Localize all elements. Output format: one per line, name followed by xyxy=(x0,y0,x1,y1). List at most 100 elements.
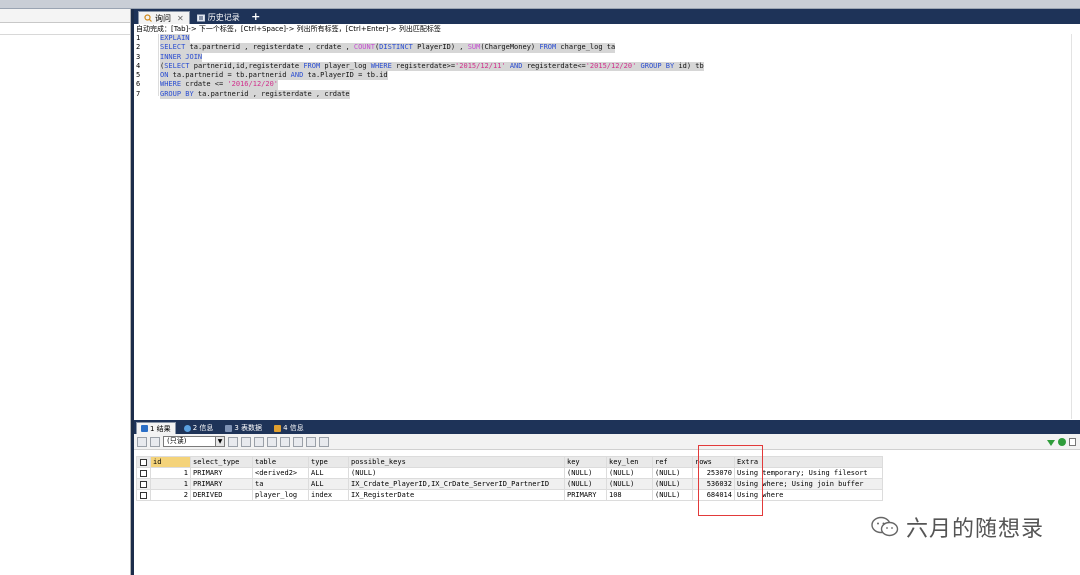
sql-token: registerdate<= xyxy=(522,61,586,70)
chart-icon xyxy=(274,424,282,432)
code-text: EXPLAIN xyxy=(160,34,190,44)
paste-icon[interactable] xyxy=(241,436,251,447)
code-line[interactable]: 6 WHERE crdate <= '2016/12/20' xyxy=(134,80,1080,90)
result-tab-bar: 1 结果 2 信息 3 表数据 4 信息 xyxy=(134,420,1080,434)
tab-history-label: 历史记录 xyxy=(207,13,240,22)
table-cell[interactable]: (NULL) xyxy=(652,489,693,501)
sql-keyword: SELECT xyxy=(164,61,190,70)
sql-string: '2015/12/20' xyxy=(585,61,637,70)
column-header-key[interactable]: key xyxy=(564,456,607,468)
grid-mode-icon[interactable] xyxy=(293,436,303,447)
title-strip xyxy=(0,0,1080,9)
code-text: GROUP BY ta.partnerid , registerdate , c… xyxy=(160,89,350,100)
table-row[interactable]: 1 PRIMARY <derived2> ALL (NULL) (NULL) (NULL)(… xyxy=(136,467,883,479)
table-cell[interactable]: (NULL) xyxy=(606,467,653,479)
column-header-table[interactable]: table xyxy=(252,456,309,468)
copy-icon[interactable] xyxy=(228,436,238,447)
column-header-select-type[interactable]: select_type xyxy=(190,456,253,468)
form-mode-icon[interactable] xyxy=(306,436,316,447)
code-line[interactable]: 5 ON ta.partnerid = tb.partnerid AND ta.P… xyxy=(134,71,1080,81)
code-text: WHERE crdate <= '2016/12/20' xyxy=(160,80,279,90)
table-cell[interactable]: 108 xyxy=(606,489,653,501)
object-browser-row[interactable] xyxy=(0,23,130,35)
column-header-type[interactable]: type xyxy=(308,456,349,468)
table-cell[interactable]: 1 xyxy=(150,467,191,479)
table-cell[interactable]: player_log xyxy=(252,489,309,501)
tab-query[interactable]: 询问 ✕ xyxy=(138,11,190,24)
code-line[interactable]: 4 (SELECT partnerid,id,registerdate FROM … xyxy=(134,61,1080,72)
tab-info-2[interactable]: 2 信息 xyxy=(180,422,218,434)
table-cell[interactable]: DERIVED xyxy=(190,489,253,501)
table-cell[interactable]: ta xyxy=(252,478,309,490)
code-line[interactable]: 7 GROUP BY ta.partnerid , registerdate , … xyxy=(134,89,1080,100)
code-line[interactable]: 1 EXPLAIN xyxy=(134,34,1080,44)
table-cell[interactable]: <derived2> xyxy=(252,467,309,479)
table-cell[interactable]: (NULL) xyxy=(348,467,565,479)
object-browser-header xyxy=(0,9,130,23)
row-checkbox[interactable] xyxy=(136,478,151,490)
table-cell[interactable]: index xyxy=(308,489,349,501)
table-cell[interactable]: ALL xyxy=(308,478,349,490)
code-line[interactable]: 3 INNER JOIN xyxy=(134,52,1080,62)
explain-result-grid[interactable]: id select_type table type possible_keys key ke… xyxy=(136,456,883,501)
sql-code[interactable]: 1 EXPLAIN 2 SELECT ta.partnerid , registerd… xyxy=(134,34,1080,100)
table-cell[interactable]: (NULL) xyxy=(564,467,607,479)
sql-token: player_log xyxy=(320,61,371,70)
table-cell[interactable]: PRIMARY xyxy=(190,467,253,479)
column-header-id[interactable]: id xyxy=(150,456,191,468)
tab-result-1[interactable]: 1 结果 xyxy=(136,422,176,434)
history-icon xyxy=(196,14,205,22)
text-mode-icon[interactable] xyxy=(319,436,329,447)
grid-view-icon[interactable] xyxy=(150,436,160,447)
table-cell[interactable]: 2 xyxy=(150,489,191,501)
sql-function: COUNT xyxy=(353,43,375,52)
table-row[interactable]: 2 DERIVED player_log index IX_RegisterDate PR… xyxy=(136,489,883,501)
column-header-ref[interactable]: ref xyxy=(652,456,693,468)
sql-string: '2016/12/20' xyxy=(227,80,279,89)
row-checkbox[interactable] xyxy=(136,467,151,479)
table-cell[interactable]: (NULL) xyxy=(606,478,653,490)
chevron-down-icon: ▼ xyxy=(215,437,224,446)
sql-keyword: EXPLAIN xyxy=(160,34,190,42)
sql-token: partnerid,id,registerdate xyxy=(189,61,304,70)
table-cell[interactable]: ALL xyxy=(308,467,349,479)
sql-function: SUM xyxy=(467,43,481,52)
tab-history[interactable]: 历史记录 xyxy=(192,11,245,24)
reset-filter-icon[interactable] xyxy=(1058,437,1066,446)
filter-icon[interactable] xyxy=(1047,439,1055,446)
select-all-checkbox[interactable] xyxy=(136,456,151,468)
add-tab-button[interactable]: + xyxy=(250,11,262,23)
mode-select[interactable]: (只读) ▼ xyxy=(163,436,225,447)
table-cell[interactable]: IX_Crdate_PlayerID,IX_CrDate_ServerID_Pa… xyxy=(348,478,565,490)
object-browser[interactable] xyxy=(0,9,131,575)
table-cell[interactable]: (NULL) xyxy=(652,467,693,479)
sql-token: ta.partnerid , registerdate , crdate , xyxy=(185,43,354,52)
refresh-icon[interactable] xyxy=(280,436,290,447)
delete-icon[interactable] xyxy=(267,436,277,447)
sql-token: charge_log ta xyxy=(556,43,616,52)
row-checkbox[interactable] xyxy=(136,489,151,501)
tab-table-data-3[interactable]: 3 表数据 xyxy=(221,422,266,434)
column-header-key-len[interactable]: key_len xyxy=(606,456,653,468)
sql-keyword: FROM xyxy=(303,61,321,70)
save-icon[interactable] xyxy=(254,436,264,447)
table-row[interactable]: 1 PRIMARY ta ALL IX_Crdate_PlayerID,IX_CrDat… xyxy=(136,478,883,490)
column-header-possible-keys[interactable]: possible_keys xyxy=(348,456,565,468)
table-cell[interactable]: 1 xyxy=(150,478,191,490)
toolbar-right xyxy=(1047,437,1080,446)
result-panel: 1 结果 2 信息 3 表数据 4 信息 (只读) ▼ id select_ty… xyxy=(134,420,1080,575)
table-cell[interactable]: PRIMARY xyxy=(190,478,253,490)
autocomplete-hint: 自动完成：[Tab]-> 下一个标签，[Ctrl+Space]-> 列出所有标签… xyxy=(136,25,441,33)
sql-keyword: INNER JOIN xyxy=(160,52,203,61)
table-cell[interactable]: IX_RegisterDate xyxy=(348,489,565,501)
panel-toggle-icon[interactable] xyxy=(1069,437,1076,446)
tab-info-4[interactable]: 4 信息 xyxy=(270,422,308,434)
table-cell[interactable]: PRIMARY xyxy=(564,489,607,501)
watermark: 六月的随想录 xyxy=(871,511,1044,543)
code-line[interactable]: 2 SELECT ta.partnerid , registerdate , cr… xyxy=(134,43,1080,53)
export-icon[interactable] xyxy=(137,436,147,447)
table-cell[interactable]: (NULL) xyxy=(564,478,607,490)
line-number: 1 xyxy=(136,34,141,42)
close-icon[interactable]: ✕ xyxy=(177,14,184,23)
table-cell[interactable]: (NULL) xyxy=(652,478,693,490)
